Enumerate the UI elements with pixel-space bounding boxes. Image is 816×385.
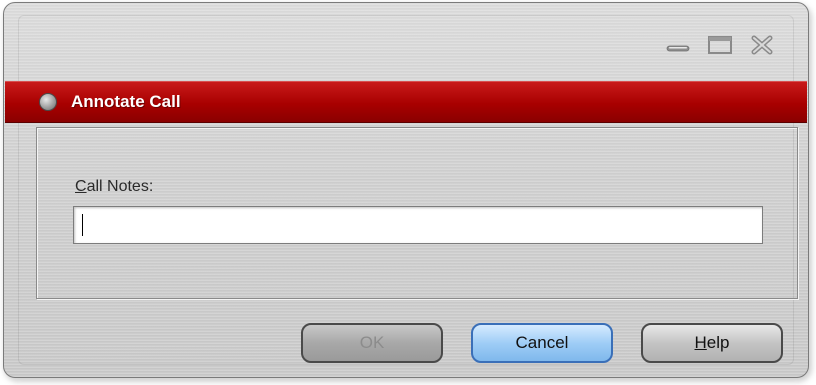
call-notes-label: Call Notes: <box>75 178 153 196</box>
call-notes-label-mnemonic: C <box>75 178 87 195</box>
help-button-label-rest: elp <box>706 333 730 352</box>
cancel-button[interactable]: Cancel <box>471 323 613 363</box>
minimize-button[interactable] <box>664 35 692 55</box>
help-button-mnemonic: H <box>694 333 707 352</box>
close-button[interactable] <box>748 35 776 55</box>
annotate-call-dialog: Annotate Call Call Notes: OK Cancel Help <box>3 2 809 378</box>
help-button[interactable]: Help <box>641 323 783 363</box>
cancel-button-label: Cancel <box>515 333 569 352</box>
dialog-title: Annotate Call <box>71 92 181 111</box>
ok-button-label: OK <box>359 333 385 352</box>
close-icon <box>751 35 773 55</box>
ok-button[interactable]: OK <box>301 323 443 363</box>
call-notes-input[interactable] <box>73 206 763 244</box>
minimize-icon <box>666 45 690 52</box>
maximize-icon <box>708 36 732 54</box>
maximize-button[interactable] <box>706 35 734 55</box>
title-bar: Annotate Call <box>5 81 807 123</box>
window-controls <box>664 35 776 55</box>
call-notes-label-rest: all Notes: <box>86 178 154 195</box>
status-indicator-icon <box>39 93 57 111</box>
notes-panel: Call Notes: <box>36 127 798 299</box>
text-caret <box>82 214 83 236</box>
